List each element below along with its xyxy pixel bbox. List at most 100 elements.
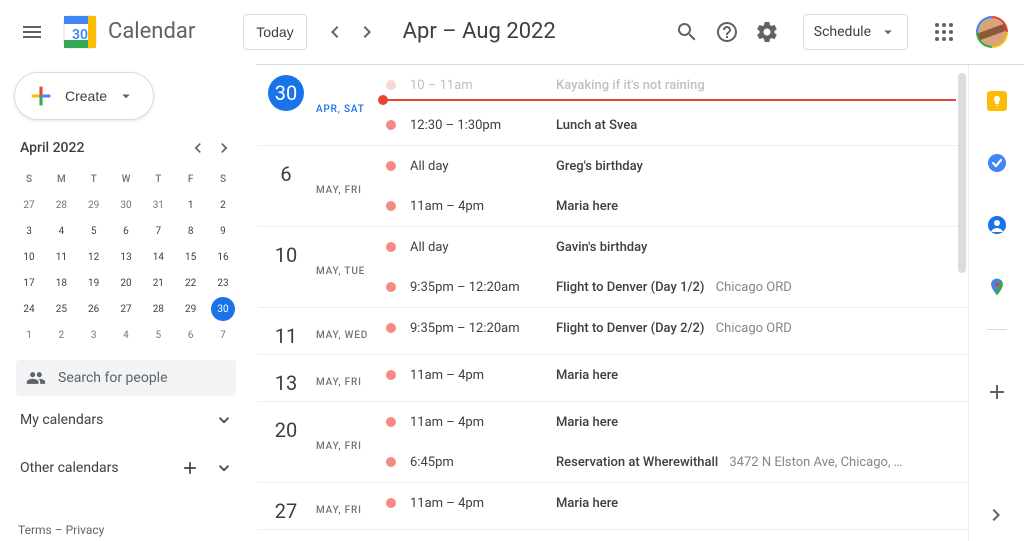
mini-calendar-day[interactable]: 19 xyxy=(82,271,106,295)
event-color-dot xyxy=(386,161,396,171)
mini-calendar-day[interactable]: 28 xyxy=(49,193,73,217)
day-header[interactable]: 20MAY, FRI xyxy=(258,402,384,482)
event-row[interactable]: 9:35pm – 12:20amFlight to Denver (Day 2/… xyxy=(384,308,968,348)
mini-calendar-day[interactable]: 2 xyxy=(49,323,73,347)
search-button[interactable] xyxy=(667,12,707,52)
mini-calendar-day[interactable]: 7 xyxy=(211,323,235,347)
mini-calendar-day[interactable]: 30 xyxy=(114,193,138,217)
other-calendars-label: Other calendars xyxy=(20,460,119,476)
my-calendars-section[interactable]: My calendars xyxy=(12,396,240,444)
event-row[interactable]: 9:35pm – 12:20amFlight to Denver (Day 1/… xyxy=(384,267,968,307)
mini-calendar-day[interactable]: 25 xyxy=(49,297,73,321)
mini-calendar-day[interactable]: 8 xyxy=(179,219,203,243)
event-title: Maria here xyxy=(556,415,618,430)
mini-calendar-day[interactable]: 30 xyxy=(211,297,235,321)
mini-calendar-day[interactable]: 11 xyxy=(49,245,73,269)
event-row[interactable]: All dayGreg's birthday xyxy=(384,146,968,186)
maps-app-icon[interactable] xyxy=(977,267,1017,307)
mini-calendar-day[interactable]: 3 xyxy=(82,323,106,347)
mini-calendar-day[interactable]: 24 xyxy=(17,297,41,321)
privacy-link[interactable]: Privacy xyxy=(66,523,105,537)
next-period-button[interactable] xyxy=(351,16,383,48)
add-other-calendar-button[interactable] xyxy=(180,458,200,478)
mini-calendar-day[interactable]: 4 xyxy=(49,219,73,243)
day-label: MAY, FRI xyxy=(316,505,362,516)
mini-calendar-day[interactable]: 23 xyxy=(211,271,235,295)
mini-calendar-day[interactable]: 4 xyxy=(114,323,138,347)
prev-period-button[interactable] xyxy=(319,16,351,48)
search-people-input[interactable]: Search for people xyxy=(16,360,236,396)
chevron-right-icon xyxy=(355,20,379,44)
mini-calendar-day[interactable]: 1 xyxy=(17,323,41,347)
get-addons-button[interactable] xyxy=(977,372,1017,412)
chevron-right-icon xyxy=(214,138,234,158)
contacts-app-icon[interactable] xyxy=(977,205,1017,245)
event-row[interactable]: 11am – 4pmMaria here xyxy=(384,402,968,442)
mini-calendar-day[interactable]: 12 xyxy=(82,245,106,269)
mini-calendar-day[interactable]: 29 xyxy=(82,193,106,217)
mini-calendar-day[interactable]: 14 xyxy=(146,245,170,269)
mini-calendar-day[interactable]: 20 xyxy=(114,271,138,295)
mini-calendar-day[interactable]: 27 xyxy=(17,193,41,217)
today-button[interactable]: Today xyxy=(243,14,306,50)
event-time: 11am – 4pm xyxy=(410,415,556,430)
event-row[interactable]: 6:45pmReservation at Wherewithall 3472 N… xyxy=(384,442,968,482)
day-header[interactable]: 10MAY, TUE xyxy=(258,227,384,307)
event-row[interactable]: 12:30 – 1:30pmLunch at Svea xyxy=(384,105,968,145)
mini-calendar-day[interactable]: 6 xyxy=(114,219,138,243)
tasks-app-icon[interactable] xyxy=(977,143,1017,183)
mini-calendar-next[interactable] xyxy=(212,136,236,160)
event-row[interactable]: 11am – 4pmMaria here xyxy=(384,355,968,395)
day-header[interactable]: 30APR, SAT xyxy=(258,65,384,145)
mini-calendar-day[interactable]: 10 xyxy=(17,245,41,269)
main-menu-button[interactable] xyxy=(8,8,56,56)
day-number: 6 xyxy=(268,156,304,192)
event-row[interactable]: All dayGavin's birthday xyxy=(384,227,968,267)
mini-calendar-day[interactable]: 16 xyxy=(211,245,235,269)
mini-calendar-day[interactable]: 31 xyxy=(146,193,170,217)
mini-calendar-day[interactable]: 5 xyxy=(82,219,106,243)
scrollbar-thumb[interactable] xyxy=(958,73,966,273)
event-row[interactable]: 11am – 4pmMaria here xyxy=(384,483,968,523)
keep-app-icon[interactable] xyxy=(977,81,1017,121)
day-header[interactable]: 6MAY, FRI xyxy=(258,146,384,226)
mini-calendar-day[interactable]: 9 xyxy=(211,219,235,243)
mini-calendar-header: April 2022 xyxy=(12,132,240,166)
event-location: Chicago ORD xyxy=(712,321,791,336)
help-button[interactable] xyxy=(707,12,747,52)
other-calendars-section[interactable]: Other calendars xyxy=(12,444,240,492)
mini-calendar-day[interactable]: 21 xyxy=(146,271,170,295)
day-header[interactable]: 27MAY, FRI xyxy=(258,483,384,529)
terms-link[interactable]: Terms xyxy=(18,523,52,537)
mini-calendar-day[interactable]: 17 xyxy=(17,271,41,295)
event-title: Maria here xyxy=(556,496,618,511)
mini-calendar-day[interactable]: 15 xyxy=(179,245,203,269)
day-header[interactable]: 11MAY, WED xyxy=(258,308,384,354)
event-title: Flight to Denver (Day 1/2) Chicago ORD xyxy=(556,280,792,295)
mini-calendar-day[interactable]: 3 xyxy=(17,219,41,243)
create-button[interactable]: Create xyxy=(14,72,154,120)
day-header[interactable]: 13MAY, FRI xyxy=(258,355,384,401)
event-title: Greg's birthday xyxy=(556,159,643,174)
mini-calendar-day[interactable]: 26 xyxy=(82,297,106,321)
mini-calendar-prev[interactable] xyxy=(186,136,210,160)
mini-calendar-day[interactable]: 22 xyxy=(179,271,203,295)
mini-calendar-day[interactable]: 18 xyxy=(49,271,73,295)
sidebar: Create April 2022 SMTWTFS272829303112345… xyxy=(0,64,256,541)
hide-side-panel-button[interactable] xyxy=(980,499,1012,531)
mini-calendar-day[interactable]: 6 xyxy=(179,323,203,347)
google-apps-button[interactable] xyxy=(924,12,964,52)
mini-calendar-day[interactable]: 27 xyxy=(114,297,138,321)
view-selector[interactable]: Schedule xyxy=(803,14,908,50)
mini-calendar-day[interactable]: 29 xyxy=(179,297,203,321)
mini-calendar-day[interactable]: 13 xyxy=(114,245,138,269)
mini-calendar-day[interactable]: 2 xyxy=(211,193,235,217)
mini-calendar-grid: SMTWTFS272829303112345678910111213141516… xyxy=(12,166,240,348)
settings-button[interactable] xyxy=(747,12,787,52)
event-row[interactable]: 11am – 4pmMaria here xyxy=(384,186,968,226)
mini-calendar-day[interactable]: 5 xyxy=(146,323,170,347)
account-avatar[interactable] xyxy=(976,16,1008,48)
mini-calendar-day[interactable]: 28 xyxy=(146,297,170,321)
mini-calendar-day[interactable]: 7 xyxy=(146,219,170,243)
mini-calendar-day[interactable]: 1 xyxy=(179,193,203,217)
